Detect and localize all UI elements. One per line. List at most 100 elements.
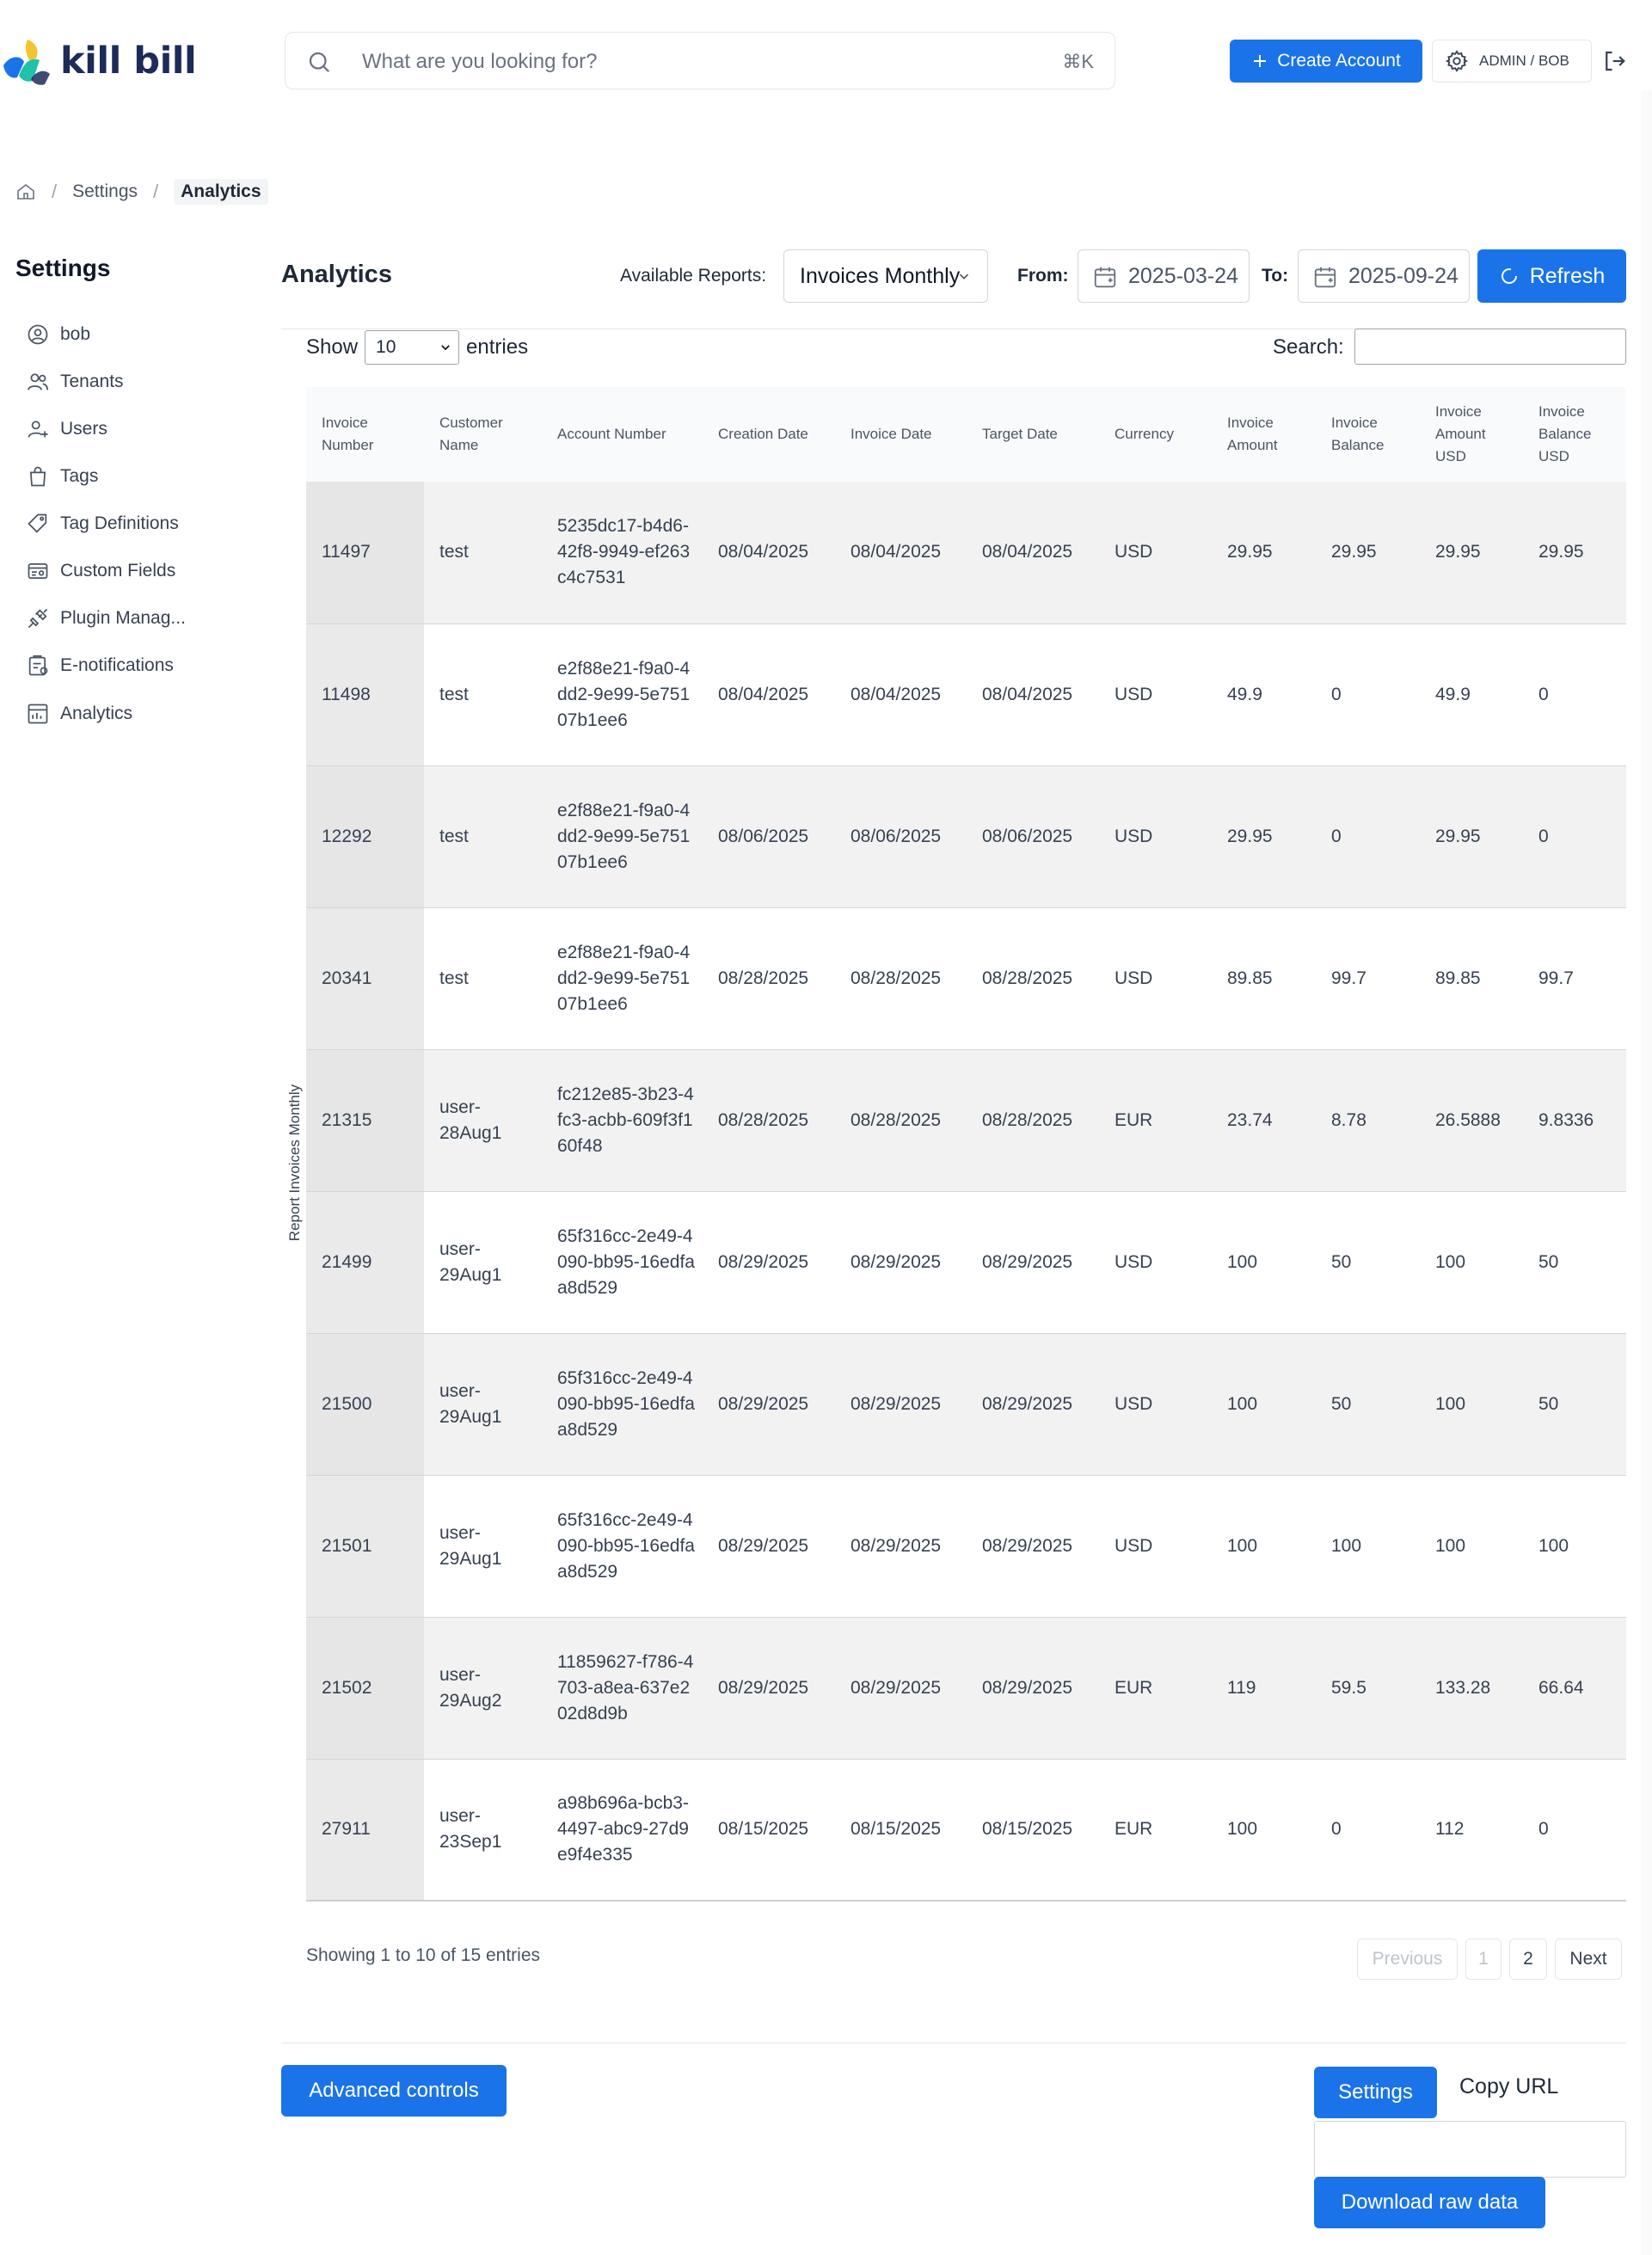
table-cell: USD <box>1099 1333 1212 1476</box>
sidebar-item-users[interactable]: Users <box>26 415 107 444</box>
home-icon[interactable] <box>15 181 36 202</box>
refresh-button[interactable]: Refresh <box>1477 249 1626 303</box>
chevron-down-icon <box>959 273 969 280</box>
column-header[interactable]: Customer Name <box>424 387 542 482</box>
table-cell: 08/29/2025 <box>835 1191 967 1334</box>
column-header[interactable]: Creation Date <box>703 387 835 482</box>
sidebar-item-analytics[interactable]: Analytics <box>26 699 132 728</box>
create-account-button[interactable]: Create Account <box>1230 40 1422 83</box>
table-cell: 21500 <box>306 1333 424 1476</box>
column-header[interactable]: Invoice Number <box>306 387 424 482</box>
advanced-controls-button[interactable]: Advanced controls <box>281 2065 507 2117</box>
user-menu-button[interactable]: ADMIN / BOB <box>1432 40 1592 83</box>
refresh-label: Refresh <box>1529 263 1606 288</box>
table-cell: 5235dc17-b4d6-42f8-9949-ef263c4c7531 <box>542 482 703 624</box>
breadcrumb-settings[interactable]: Settings <box>72 181 138 202</box>
breadcrumb: / Settings / Analytics <box>15 179 268 205</box>
table-cell: 50 <box>1523 1333 1626 1476</box>
sidebar-item-tag-definitions[interactable]: Tag Definitions <box>26 509 179 538</box>
table-cell: 08/06/2025 <box>967 765 1099 908</box>
table-cell: 100 <box>1316 1475 1420 1618</box>
table-cell: 08/04/2025 <box>703 624 835 766</box>
table-row: 12292 test e2f88e21-f9a0-4dd2-9e99-5e75107… <box>306 765 1626 908</box>
column-header[interactable]: Invoice Amount <box>1212 387 1316 482</box>
column-header[interactable]: Target Date <box>967 387 1099 482</box>
table-cell: USD <box>1099 624 1212 766</box>
column-header[interactable]: Currency <box>1099 387 1212 482</box>
url-field[interactable] <box>1314 2121 1626 2178</box>
table-cell: 08/04/2025 <box>703 482 835 624</box>
sidebar-item-label: Analytics <box>60 704 133 723</box>
table-cell: 0 <box>1316 624 1420 766</box>
table-row: 21500 user-29Aug1 65f316cc-2e49-4090-bb95-… <box>306 1333 1626 1476</box>
table-cell: 08/29/2025 <box>835 1475 967 1618</box>
table-cell: USD <box>1099 1475 1212 1618</box>
table-cell: test <box>424 907 542 1050</box>
sidebar-item-e-notifications[interactable]: E-notifications <box>26 651 174 680</box>
table-cell: 08/15/2025 <box>835 1759 967 1902</box>
column-header[interactable]: Invoice Balance <box>1316 387 1420 482</box>
sidebar-title: Settings <box>15 255 111 281</box>
download-raw-data-button[interactable]: Download raw data <box>1314 2177 1545 2228</box>
column-header[interactable]: Account Number <box>542 387 703 482</box>
sidebar-item-plugin-manager[interactable]: Plugin Manag... <box>26 604 186 633</box>
from-date-input[interactable]: 2025-03-24 <box>1078 249 1250 303</box>
table-cell: e2f88e21-f9a0-4dd2-9e99-5e75107b1ee6 <box>542 907 703 1050</box>
table-cell: 12292 <box>306 765 424 908</box>
page-scrollbar[interactable] <box>1641 90 1652 2255</box>
logo-text: kill bill <box>60 40 197 83</box>
table-cell: 08/29/2025 <box>967 1191 1099 1334</box>
table-row: 20341 test e2f88e21-f9a0-4dd2-9e99-5e75107… <box>306 907 1626 1050</box>
table-cell: 08/28/2025 <box>835 907 967 1050</box>
table-cell: 133.28 <box>1420 1617 1523 1760</box>
killbill-logo[interactable]: kill bill <box>2 34 197 88</box>
table-cell: 08/28/2025 <box>703 907 835 1050</box>
table-cell: USD <box>1099 1191 1212 1334</box>
global-search[interactable]: What are you looking for? ⌘K <box>285 32 1115 89</box>
table-cell: 100 <box>1420 1333 1523 1476</box>
pagination-next-button[interactable]: Next <box>1555 1939 1622 1980</box>
sidebar-item-label: Users <box>60 419 107 439</box>
report-select[interactable]: Invoices Monthly <box>783 249 988 303</box>
table-cell: 08/04/2025 <box>835 624 967 766</box>
pagination-page-1[interactable]: 1 <box>1465 1939 1502 1980</box>
sidebar-item-tags[interactable]: Tags <box>26 462 98 491</box>
table-cell: 08/28/2025 <box>967 1049 1099 1192</box>
table-cell: 0 <box>1316 765 1420 908</box>
sidebar-item-custom-fields[interactable]: Custom Fields <box>26 556 175 586</box>
to-date-input[interactable]: 2025-09-24 <box>1298 249 1470 303</box>
table-cell: 0 <box>1523 624 1626 766</box>
table-row: 21502 user-29Aug2 11859627-f786-4703-a8ea-… <box>306 1617 1626 1760</box>
to-label: To: <box>1262 266 1289 286</box>
show-label: Show <box>306 335 359 359</box>
column-header[interactable]: Invoice Balance USD <box>1523 387 1626 482</box>
logout-icon[interactable] <box>1601 48 1627 74</box>
table-cell: 11497 <box>306 482 424 624</box>
table-cell: 100 <box>1212 1333 1316 1476</box>
table-search-label: Search: <box>1273 335 1344 359</box>
table-cell: 08/29/2025 <box>967 1617 1099 1760</box>
sidebar-item-bob[interactable]: bob <box>26 320 90 349</box>
column-header[interactable]: Invoice Amount USD <box>1420 387 1523 482</box>
table-cell: 50 <box>1316 1333 1420 1476</box>
sidebar-item-label: Tenants <box>60 372 124 391</box>
user-circle-icon <box>28 324 48 345</box>
table-cell: 119 <box>1212 1617 1316 1760</box>
table-cell: 89.85 <box>1212 907 1316 1050</box>
settings-button[interactable]: Settings <box>1314 2067 1437 2118</box>
table-cell: user-28Aug1 <box>424 1049 542 1192</box>
table-cell: 29.95 <box>1523 482 1626 624</box>
killbill-logo-icon <box>3 40 50 85</box>
copy-url-link[interactable]: Copy URL <box>1459 2074 1558 2099</box>
table-search-input[interactable] <box>1354 329 1626 365</box>
sidebar-item-tenants[interactable]: Tenants <box>26 367 124 396</box>
table-cell: 0 <box>1523 765 1626 908</box>
breadcrumb-analytics: Analytics <box>174 179 268 205</box>
entries-select[interactable]: 10 <box>365 330 460 365</box>
column-header[interactable]: Invoice Date <box>835 387 967 482</box>
pagination-previous-button[interactable]: Previous <box>1357 1939 1458 1980</box>
page-title: Analytics <box>281 261 392 288</box>
pagination-page-2[interactable]: 2 <box>1509 1939 1547 1980</box>
table-cell: user-29Aug1 <box>424 1475 542 1618</box>
table-cell: EUR <box>1099 1759 1212 1902</box>
